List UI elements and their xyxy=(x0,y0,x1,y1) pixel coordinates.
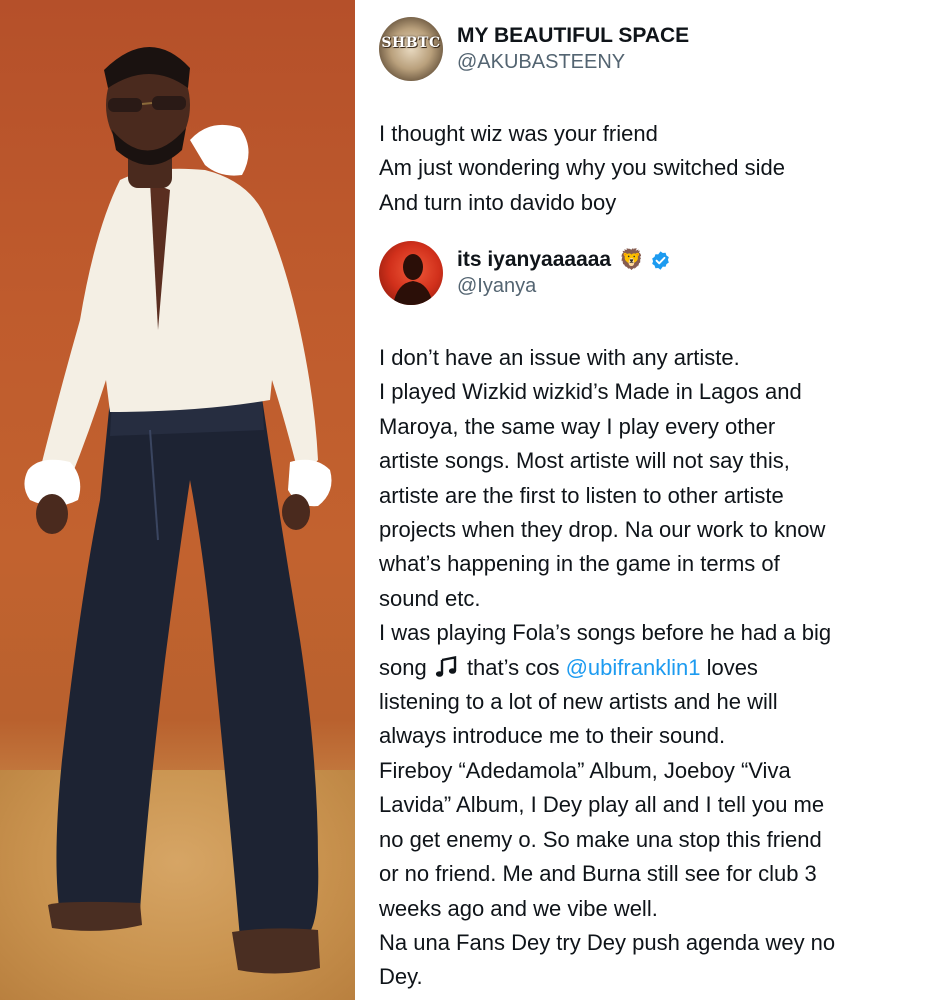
reply-line: I played Wizkid wizkid’s Made in Lagos a… xyxy=(379,379,802,405)
reply-line: or no friend. Me and Burna still see for… xyxy=(379,861,817,887)
display-name[interactable]: MY BEAUTIFUL SPACE xyxy=(457,23,689,49)
reply-line: what’s happening in the game in terms of xyxy=(379,551,780,577)
reply-body: I don’t have an issue with any artiste. … xyxy=(379,341,919,995)
avatar[interactable]: SHBTC xyxy=(379,17,443,81)
reply-line: Na una Fans Dey try Dey push agenda wey … xyxy=(379,929,836,955)
song-text: that’s cos xyxy=(460,654,566,680)
user-handle[interactable]: @Iyanya xyxy=(457,273,671,299)
tweet-line: I thought wiz was your friend xyxy=(379,121,658,146)
reply-line: artiste are the first to listen to other… xyxy=(379,482,784,508)
reply-line: Fireboy “Adedamola” Album, Joeboy “Viva xyxy=(379,757,791,783)
reply-line: weeks ago and we vibe well. xyxy=(379,895,658,921)
tweet-body: I thought wiz was your friend Am just wo… xyxy=(379,117,919,220)
tweet-line: Am just wondering why you switched side xyxy=(379,155,785,181)
author-names: its iyanyaaaaaa 🦁 @Iyanya xyxy=(457,247,671,299)
reply-line: sound etc. xyxy=(379,585,481,611)
avatar[interactable] xyxy=(379,241,443,305)
song-text: loves xyxy=(700,654,758,680)
artist-photo xyxy=(0,0,355,1000)
song-text: song xyxy=(379,654,433,680)
music-note-icon xyxy=(435,655,457,677)
display-name-row: its iyanyaaaaaa 🦁 xyxy=(457,247,671,273)
reply-line: no get enemy o. So make una stop this fr… xyxy=(379,826,822,852)
reply-line: I was playing Fola’s songs before he had… xyxy=(379,620,832,646)
reply-line: Maroya, the same way I play every other xyxy=(379,413,776,439)
reply-line-with-mention: song that’s cos @ubifranklin1 loves xyxy=(379,651,919,685)
lion-emoji-icon: 🦁 xyxy=(619,249,645,271)
reply-line: artiste songs. Most artiste will not say… xyxy=(379,448,790,474)
tweet-line: And turn into davido boy xyxy=(379,189,617,215)
reply-line: projects when they drop. Na our work to … xyxy=(379,517,826,543)
artist-figure xyxy=(24,46,332,974)
reply-author[interactable]: its iyanyaaaaaa 🦁 @Iyanya xyxy=(379,238,671,308)
mention-link[interactable]: @ubifranklin1 xyxy=(566,655,701,680)
tweet-screenshot: SHBTC MY BEAUTIFUL SPACE @AKUBASTEENY I … xyxy=(355,0,935,1000)
verified-badge-icon xyxy=(652,250,669,270)
reply-line: listening to a lot of new artists and he… xyxy=(379,689,778,715)
avatar-logo-text: SHBTC xyxy=(381,35,441,51)
user-handle[interactable]: @AKUBASTEENY xyxy=(457,49,689,75)
display-name[interactable]: its iyanyaaaaaa xyxy=(457,247,611,273)
avatar-portrait xyxy=(393,254,433,305)
author-names: MY BEAUTIFUL SPACE @AKUBASTEENY xyxy=(457,23,689,75)
tweet-author[interactable]: SHBTC MY BEAUTIFUL SPACE @AKUBASTEENY xyxy=(379,14,689,84)
reply-line: always introduce me to their sound. xyxy=(379,723,726,749)
reply-line: Lavida” Album, I Dey play all and I tell… xyxy=(379,792,825,818)
reply-line: Dey. xyxy=(379,964,423,990)
reply-line: I don’t have an issue with any artiste. xyxy=(379,345,740,370)
